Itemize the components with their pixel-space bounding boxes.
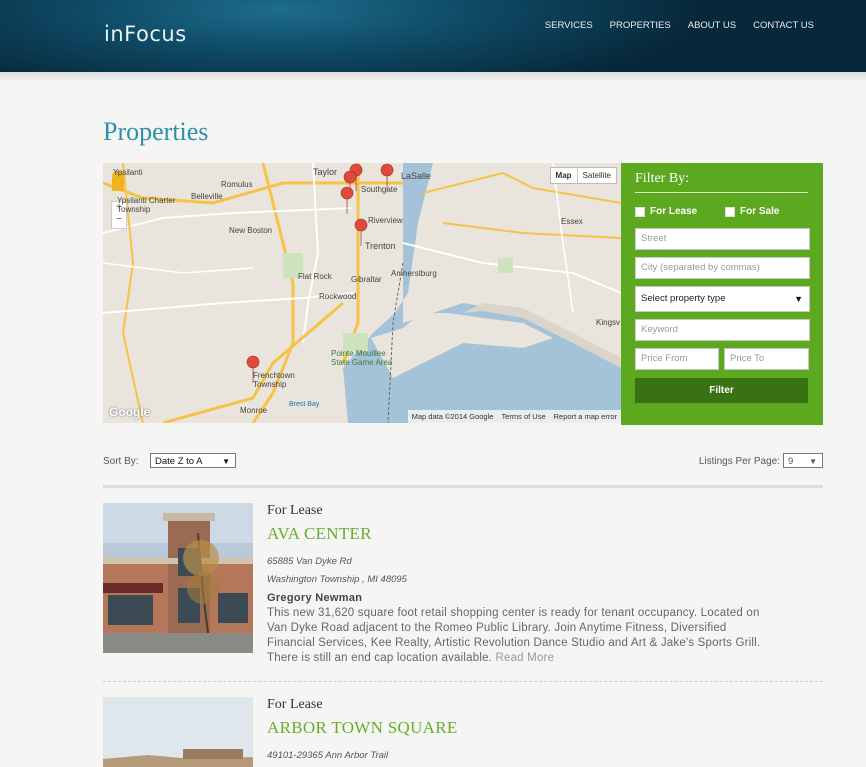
map-place-label: Frenchtown Township xyxy=(253,371,295,389)
price-to-input[interactable]: Price To xyxy=(724,348,809,370)
zoom-out-button[interactable]: − xyxy=(112,214,126,226)
listing-address-line2: Washington Township , MI 48095 xyxy=(267,574,407,585)
main-nav: SERVICES PROPERTIES ABOUT US CONTACT US xyxy=(545,20,814,31)
listing-agent: Gregory Newman xyxy=(267,592,363,604)
sort-value: Date Z to A xyxy=(155,456,203,467)
site-header: inFocus SERVICES PROPERTIES ABOUT US CON… xyxy=(0,0,866,72)
map-place-label: Pointe Mouillee State Game Area xyxy=(331,349,393,367)
listing-type: For Lease xyxy=(267,697,323,712)
listing-thumbnail[interactable] xyxy=(103,697,253,767)
map-place-label: Flat Rock xyxy=(298,272,332,281)
listing-item: For Lease ARBOR TOWN SQUARE 49101-29365 … xyxy=(103,697,823,767)
sort-select[interactable]: Date Z to A ▼ xyxy=(150,453,236,468)
map-place-label: Belleville xyxy=(191,192,223,201)
page-title: Properties xyxy=(103,117,209,146)
listing-thumbnail[interactable] xyxy=(103,503,253,653)
street-input[interactable]: Street xyxy=(635,228,810,250)
map-footer: Map data ©2014 Google Terms of Use Repor… xyxy=(407,410,621,423)
checkbox-box[interactable] xyxy=(635,206,645,217)
dropdown-arrow-icon: ▼ xyxy=(809,457,817,466)
map-place-label: Amherstburg xyxy=(391,269,437,278)
map-place-label: Romulus xyxy=(221,180,253,189)
nav-about-us[interactable]: ABOUT US xyxy=(688,20,736,31)
filter-button[interactable]: Filter xyxy=(635,378,808,403)
map-data-credit: Map data ©2014 Google xyxy=(411,412,494,421)
listing-address-line1: 49101-29365 Ann Arbor Trail xyxy=(267,750,389,761)
filter-title: Filter By: xyxy=(635,171,690,186)
map-place-label: Riverview xyxy=(368,216,403,225)
per-page-label: Listings Per Page: xyxy=(698,456,780,467)
nav-contact-us[interactable]: CONTACT US xyxy=(753,20,814,31)
building-photo xyxy=(103,503,253,653)
map-place-label: Gibraltar xyxy=(351,275,382,284)
map-place-label: Southgate xyxy=(361,185,398,194)
keyword-input[interactable]: Keyword xyxy=(635,319,810,341)
for-lease-checkbox[interactable]: For Lease xyxy=(635,206,697,217)
filter-divider xyxy=(635,192,808,193)
for-sale-checkbox[interactable]: For Sale xyxy=(725,206,779,217)
logo-text-in: in xyxy=(104,22,125,46)
map-type-map-button[interactable]: Map xyxy=(551,168,577,183)
dropdown-arrow-icon: ▼ xyxy=(794,294,803,304)
map-canvas xyxy=(103,163,621,423)
map-place-label: Ypsilanti Charter Township xyxy=(117,196,176,214)
map-place-label: Taylor xyxy=(313,167,338,177)
map-place-label: Trenton xyxy=(365,241,396,251)
terms-of-use-link[interactable]: Terms of Use xyxy=(497,410,549,423)
logo-text-focus: Focus xyxy=(124,22,187,46)
map-type-satellite-button[interactable]: Satellite xyxy=(576,168,616,183)
sort-label: Sort By: xyxy=(103,456,139,467)
city-input[interactable]: City (separated by commas) xyxy=(635,257,810,279)
building-photo xyxy=(103,697,253,767)
listing-title-link[interactable]: ARBOR TOWN SQUARE xyxy=(267,718,458,738)
per-page-value: 9 xyxy=(788,456,794,467)
nav-properties[interactable]: PROPERTIES xyxy=(610,20,671,31)
listing-description: This new 31,620 square foot retail shopp… xyxy=(267,606,767,666)
map-place-label: Brest Bay xyxy=(289,401,320,408)
header-shadow xyxy=(0,72,866,82)
nav-services[interactable]: SERVICES xyxy=(545,20,593,31)
map-place-label: Essex xyxy=(561,217,583,226)
map-place-label: Rockwood xyxy=(319,292,357,301)
map-place-label: LaSalle xyxy=(401,171,432,181)
property-map[interactable]: + − Ypsilanti Ypsilanti Charter Township … xyxy=(103,163,621,423)
read-more-link[interactable]: Read More xyxy=(495,652,554,664)
listing-address-line1: 65885 Van Dyke Rd xyxy=(267,556,352,567)
dropdown-arrow-icon: ▼ xyxy=(222,457,230,466)
property-type-value: Select property type xyxy=(641,293,726,304)
for-lease-label: For Lease xyxy=(650,206,698,217)
checkbox-box[interactable] xyxy=(725,206,735,217)
map-type-toggle: Map Satellite xyxy=(549,167,617,184)
map-place-label: New Boston xyxy=(229,226,273,235)
report-map-error-link[interactable]: Report a map error xyxy=(550,410,621,423)
property-type-select[interactable]: Select property type ▼ xyxy=(635,286,810,312)
listings-divider xyxy=(103,485,823,488)
for-sale-label: For Sale xyxy=(740,206,780,217)
map-place-label: Ypsilanti xyxy=(113,168,143,177)
listing-title-link[interactable]: AVA CENTER xyxy=(267,524,372,544)
site-logo[interactable]: inFocus xyxy=(104,22,187,46)
listing-separator xyxy=(103,681,823,682)
listing-type: For Lease xyxy=(267,503,323,518)
google-logo: Google xyxy=(109,405,151,419)
map-place-label: Monroe xyxy=(240,406,268,415)
price-from-input[interactable]: Price From xyxy=(635,348,719,370)
filter-panel: Filter By: For Lease For Sale Street Cit… xyxy=(621,163,823,425)
map-place-label: Kingsv xyxy=(596,318,621,327)
per-page-select[interactable]: 9 ▼ xyxy=(783,453,823,468)
listing-item: For Lease AVA CENTER 65885 Van Dyke Rd W… xyxy=(103,503,823,666)
sort-bar: Sort By: Date Z to A ▼ Listings Per Page:… xyxy=(103,453,823,471)
